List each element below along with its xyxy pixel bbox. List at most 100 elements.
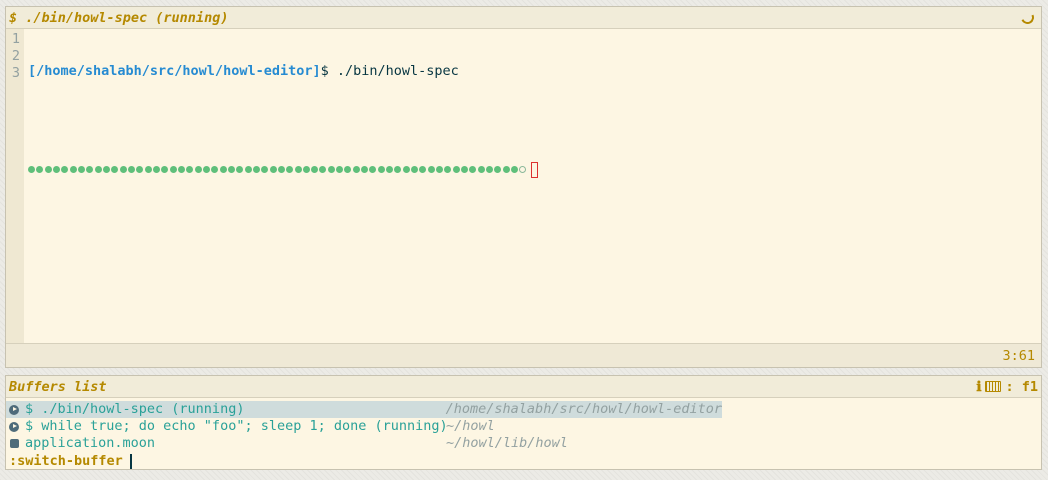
passed-spec-dot — [494, 166, 502, 173]
prompt-symbol: $ — [320, 63, 337, 79]
passed-spec-dot — [269, 166, 277, 173]
line-number-gutter: 1 2 3 — [6, 29, 24, 343]
passed-spec-dot — [311, 166, 319, 173]
passed-spec-dot — [169, 166, 177, 173]
passed-spec-dot — [111, 166, 119, 173]
passed-spec-dot — [202, 166, 210, 173]
passed-spec-dot — [261, 166, 269, 173]
command-line[interactable]: :switch-buffer — [6, 452, 1041, 470]
empty-line — [28, 112, 1041, 129]
block-cursor — [530, 161, 538, 178]
passed-spec-dot — [77, 166, 85, 173]
spec-progress-dots — [28, 161, 1041, 178]
buffer-list-item[interactable]: application.moon ~/howl/lib/howl — [6, 435, 1041, 452]
passed-spec-dot — [386, 166, 394, 173]
passed-spec-dot — [502, 166, 510, 173]
passed-spec-dot — [444, 166, 452, 173]
passed-spec-dot — [469, 166, 477, 173]
passed-spec-dot — [336, 166, 344, 173]
running-spinner-icon — [1019, 9, 1036, 26]
passed-spec-dot — [369, 166, 377, 173]
passed-spec-dot — [219, 166, 227, 173]
passed-spec-dot — [511, 166, 519, 173]
passed-spec-dot — [436, 166, 444, 173]
command-line-text: :switch-buffer — [9, 453, 123, 469]
info-keys: : f1 — [1005, 378, 1038, 395]
passed-spec-dot — [277, 166, 285, 173]
prompt-path: [/home/shalabh/src/howl/howl-editor] — [28, 63, 321, 79]
passed-spec-dot — [28, 166, 35, 173]
passed-spec-dot — [344, 166, 352, 173]
passed-spec-dot — [319, 166, 327, 173]
passed-spec-dot — [461, 166, 469, 173]
editor-text-area[interactable]: 1 2 3 [/home/shalabh/src/howl/howl-edito… — [6, 29, 1041, 343]
passed-spec-dot — [477, 166, 485, 173]
passed-spec-dot — [394, 166, 402, 173]
buffer-directory: /home/shalabh/src/howl/howl-editor — [445, 401, 722, 417]
passed-spec-dot — [419, 166, 427, 173]
passed-spec-dot — [361, 166, 369, 173]
passed-spec-dot — [161, 166, 169, 173]
passed-spec-dot — [177, 166, 185, 173]
passed-spec-dot — [252, 166, 260, 173]
keyboard-icon — [985, 381, 1002, 392]
buffer-name: application.moon — [25, 435, 156, 451]
editor-titlebar: $ ./bin/howl-spec (running) — [6, 7, 1041, 29]
passed-spec-dot — [402, 166, 410, 173]
buffer-name: $ ./bin/howl-spec (running) — [25, 401, 245, 417]
passed-spec-dot — [486, 166, 494, 173]
passed-spec-dot — [52, 166, 60, 173]
editor-title: $ ./bin/howl-spec (running) — [9, 9, 229, 26]
buffers-titlebar: Buffers list ℹ : f1 — [6, 376, 1041, 398]
passed-spec-dot — [102, 166, 110, 173]
passed-spec-dot — [152, 166, 160, 173]
passed-spec-dot — [86, 166, 94, 173]
pending-spec-dot — [519, 166, 527, 173]
buffer-name: $ while true; do echo "foo"; sleep 1; do… — [25, 418, 448, 434]
passed-spec-dot — [327, 166, 335, 173]
buffer-directory: ~/howl — [446, 418, 495, 434]
info-icon: ℹ — [976, 378, 982, 395]
passed-spec-dot — [61, 166, 69, 173]
passed-spec-dot — [144, 166, 152, 173]
buffers-title: Buffers list — [9, 378, 107, 395]
passed-spec-dot — [452, 166, 460, 173]
prompt-command: ./bin/howl-spec — [336, 63, 459, 79]
info-indicator: ℹ : f1 — [976, 379, 1038, 395]
passed-spec-dot — [352, 166, 360, 173]
cursor-position: 3:61 — [1002, 347, 1035, 364]
passed-spec-dot — [36, 166, 44, 173]
passed-spec-dot — [94, 166, 102, 173]
text-cursor — [129, 453, 132, 469]
buffer-list[interactable]: $ ./bin/howl-spec (running) /home/shalab… — [6, 398, 1041, 452]
passed-spec-dot — [427, 166, 435, 173]
passed-spec-dot — [136, 166, 144, 173]
passed-spec-dot — [377, 166, 385, 173]
buffer-list-item[interactable]: $ while true; do echo "foo"; sleep 1; do… — [6, 418, 1041, 435]
play-circle-icon — [9, 404, 19, 415]
passed-spec-dot — [286, 166, 294, 173]
passed-spec-dot — [244, 166, 252, 173]
editor-panel: $ ./bin/howl-spec (running) 1 2 3 [/home… — [5, 6, 1042, 368]
terminal-output[interactable]: [/home/shalabh/src/howl/howl-editor]$ ./… — [24, 29, 1041, 343]
buffers-panel: Buffers list ℹ : f1 $ ./bin/howl-spec (r… — [5, 375, 1042, 470]
passed-spec-dot — [411, 166, 419, 173]
line-number: 3 — [11, 65, 20, 81]
passed-spec-dot — [194, 166, 202, 173]
line-number: 1 — [11, 31, 20, 47]
passed-spec-dot — [294, 166, 302, 173]
file-square-icon — [9, 439, 19, 449]
passed-spec-dot — [119, 166, 127, 173]
passed-spec-dot — [227, 166, 235, 173]
passed-spec-dot — [211, 166, 219, 173]
passed-spec-dot — [127, 166, 135, 173]
passed-spec-dot — [69, 166, 77, 173]
prompt-line: [/home/shalabh/src/howl/howl-editor]$ ./… — [28, 63, 1041, 80]
passed-spec-dot — [44, 166, 52, 173]
passed-spec-dot — [236, 166, 244, 173]
buffer-list-item[interactable]: $ ./bin/howl-spec (running) /home/shalab… — [6, 401, 722, 418]
passed-spec-dot — [186, 166, 194, 173]
line-number: 2 — [11, 48, 20, 64]
status-bar: 3:61 — [6, 343, 1041, 367]
passed-spec-dot — [302, 166, 310, 173]
